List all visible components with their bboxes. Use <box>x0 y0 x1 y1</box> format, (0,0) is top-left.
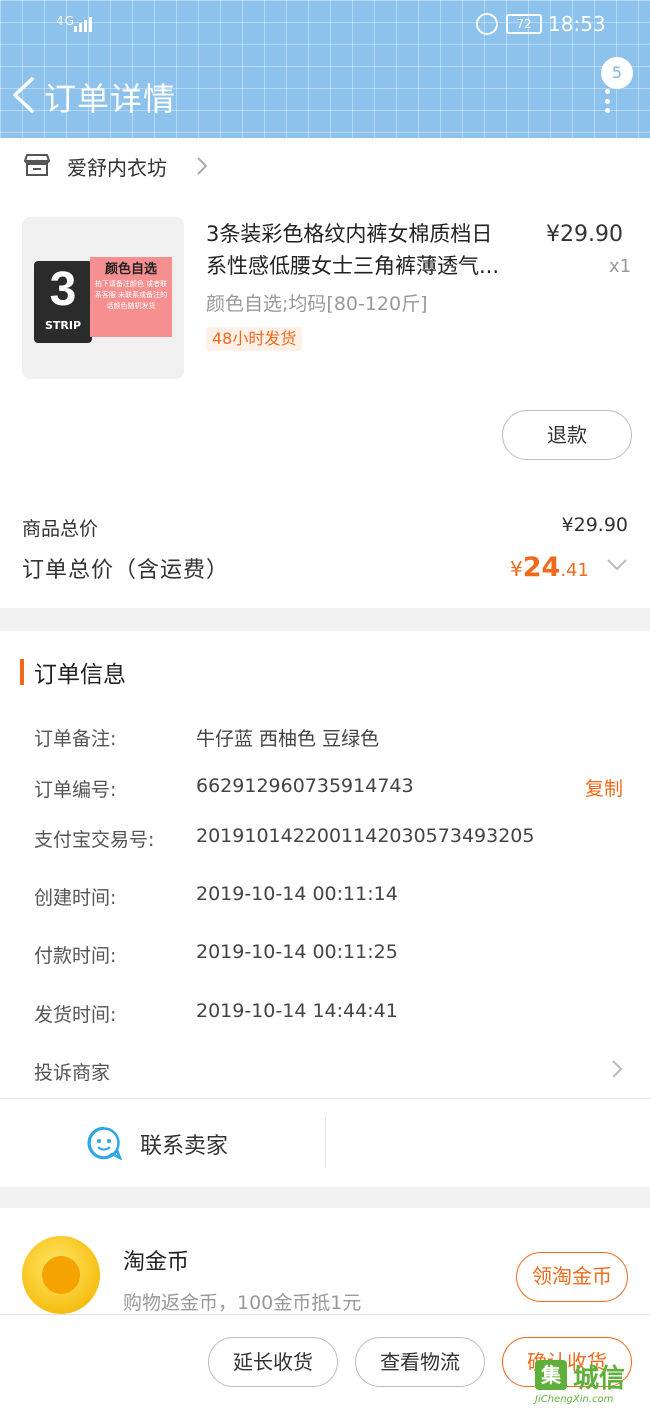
chat-bubble-icon <box>87 1126 122 1161</box>
gold-coin-icon <box>22 1236 100 1314</box>
page-title: 订单详情 <box>44 80 177 118</box>
alarm-icon <box>476 13 498 35</box>
shipping-tag: 48小时发货 <box>206 327 303 351</box>
contact-seller-label: 联系卖家 <box>140 1134 229 1159</box>
message-badge[interactable]: 5 <box>601 57 633 89</box>
taobao-coin-card: 淘金币 购物返金币，100金币抵1元 领淘金币 <box>0 1208 650 1314</box>
info-label-alipay-no: 支付宝交易号: <box>34 829 155 851</box>
info-value-alipay-no: 2019101422001142030573493205 <box>196 825 535 847</box>
goods-total-label: 商品总价 <box>22 518 99 540</box>
product-image-color-note: 颜色自选 拍下请备注颜色 或者联系客服 未联系或备注的 话颜色随机发货 <box>90 257 172 337</box>
chevron-right-icon <box>612 1060 623 1078</box>
back-arrow-icon[interactable] <box>10 76 36 114</box>
product-price: ¥29.90 <box>546 222 623 247</box>
chevron-down-icon[interactable] <box>606 558 628 572</box>
product-quantity: x1 <box>609 256 632 277</box>
info-label-order-no: 订单编号: <box>34 779 117 801</box>
info-value-created: 2019-10-14 00:11:14 <box>196 883 398 905</box>
shop-name[interactable]: 爱舒内衣坊 <box>67 152 167 181</box>
info-label-shipped: 发货时间: <box>34 1004 117 1026</box>
more-menu-icon[interactable] <box>603 89 611 113</box>
info-value-paid: 2019-10-14 00:11:25 <box>196 941 398 963</box>
product-image-number-box: 3 STRIP <box>34 261 92 343</box>
info-label-paid: 付款时间: <box>34 945 117 967</box>
signal-icon <box>74 16 92 32</box>
watermark-logo: 集 城信 JiChengXin.com <box>533 1356 650 1408</box>
refund-button[interactable]: 退款 <box>502 410 632 460</box>
copy-button[interactable]: 复制 <box>585 774 623 801</box>
product-image[interactable]: 3 STRIP 颜色自选 拍下请备注颜色 或者联系客服 未联系或备注的 话颜色随… <box>22 217 184 379</box>
info-value-order-no: 662912960735914743 <box>196 775 414 797</box>
info-value-shipped: 2019-10-14 14:44:41 <box>196 1000 398 1022</box>
coin-subtitle: 购物返金币，100金币抵1元 <box>123 1292 362 1314</box>
complain-merchant-link[interactable]: 投诉商家 <box>34 1058 110 1085</box>
info-label-created: 创建时间: <box>34 887 117 909</box>
order-total-value[interactable]: ¥24.41 <box>510 552 589 583</box>
product-title[interactable]: 3条装彩色格纹内裤女棉质档日 系性感低腰女士三角裤薄透气... <box>206 218 532 282</box>
battery-icon: 72 <box>506 14 542 34</box>
shop-row[interactable]: 爱舒内衣坊 <box>0 138 650 198</box>
chevron-right-icon <box>197 157 208 175</box>
info-label-remark: 订单备注: <box>34 728 117 750</box>
order-total-label: 订单总价（含运费） <box>22 558 230 583</box>
status-bar: 4G 72 18:53 <box>0 12 650 40</box>
section-accent-bar <box>20 659 24 685</box>
vertical-divider <box>325 1117 326 1167</box>
info-value-remark: 牛仔蓝 西柚色 豆绿色 <box>196 728 380 750</box>
coin-title: 淘金币 <box>123 1250 190 1275</box>
section-title: 订单信息 <box>34 662 126 688</box>
order-info-card: 订单信息 订单备注: 牛仔蓝 西柚色 豆绿色 订单编号: 66291296073… <box>0 631 650 1187</box>
goods-total-value: ¥29.90 <box>561 514 628 536</box>
extend-receipt-button[interactable]: 延长收货 <box>208 1337 338 1387</box>
order-product-card: 爱舒内衣坊 3 STRIP 颜色自选 拍下请备注颜色 或者联系客服 未联系或备注… <box>0 138 650 608</box>
top-header: 4G 72 18:53 订单详情 5 <box>0 0 650 138</box>
claim-coins-button[interactable]: 领淘金币 <box>516 1252 628 1302</box>
product-spec: 颜色自选;均码[80-120斤] <box>206 293 428 315</box>
contact-seller-button[interactable]: 联系卖家 <box>0 1099 650 1187</box>
network-indicator: 4G <box>56 14 75 28</box>
view-logistics-button[interactable]: 查看物流 <box>355 1337 485 1387</box>
shop-icon <box>24 154 50 176</box>
status-time: 18:53 <box>548 12 606 36</box>
